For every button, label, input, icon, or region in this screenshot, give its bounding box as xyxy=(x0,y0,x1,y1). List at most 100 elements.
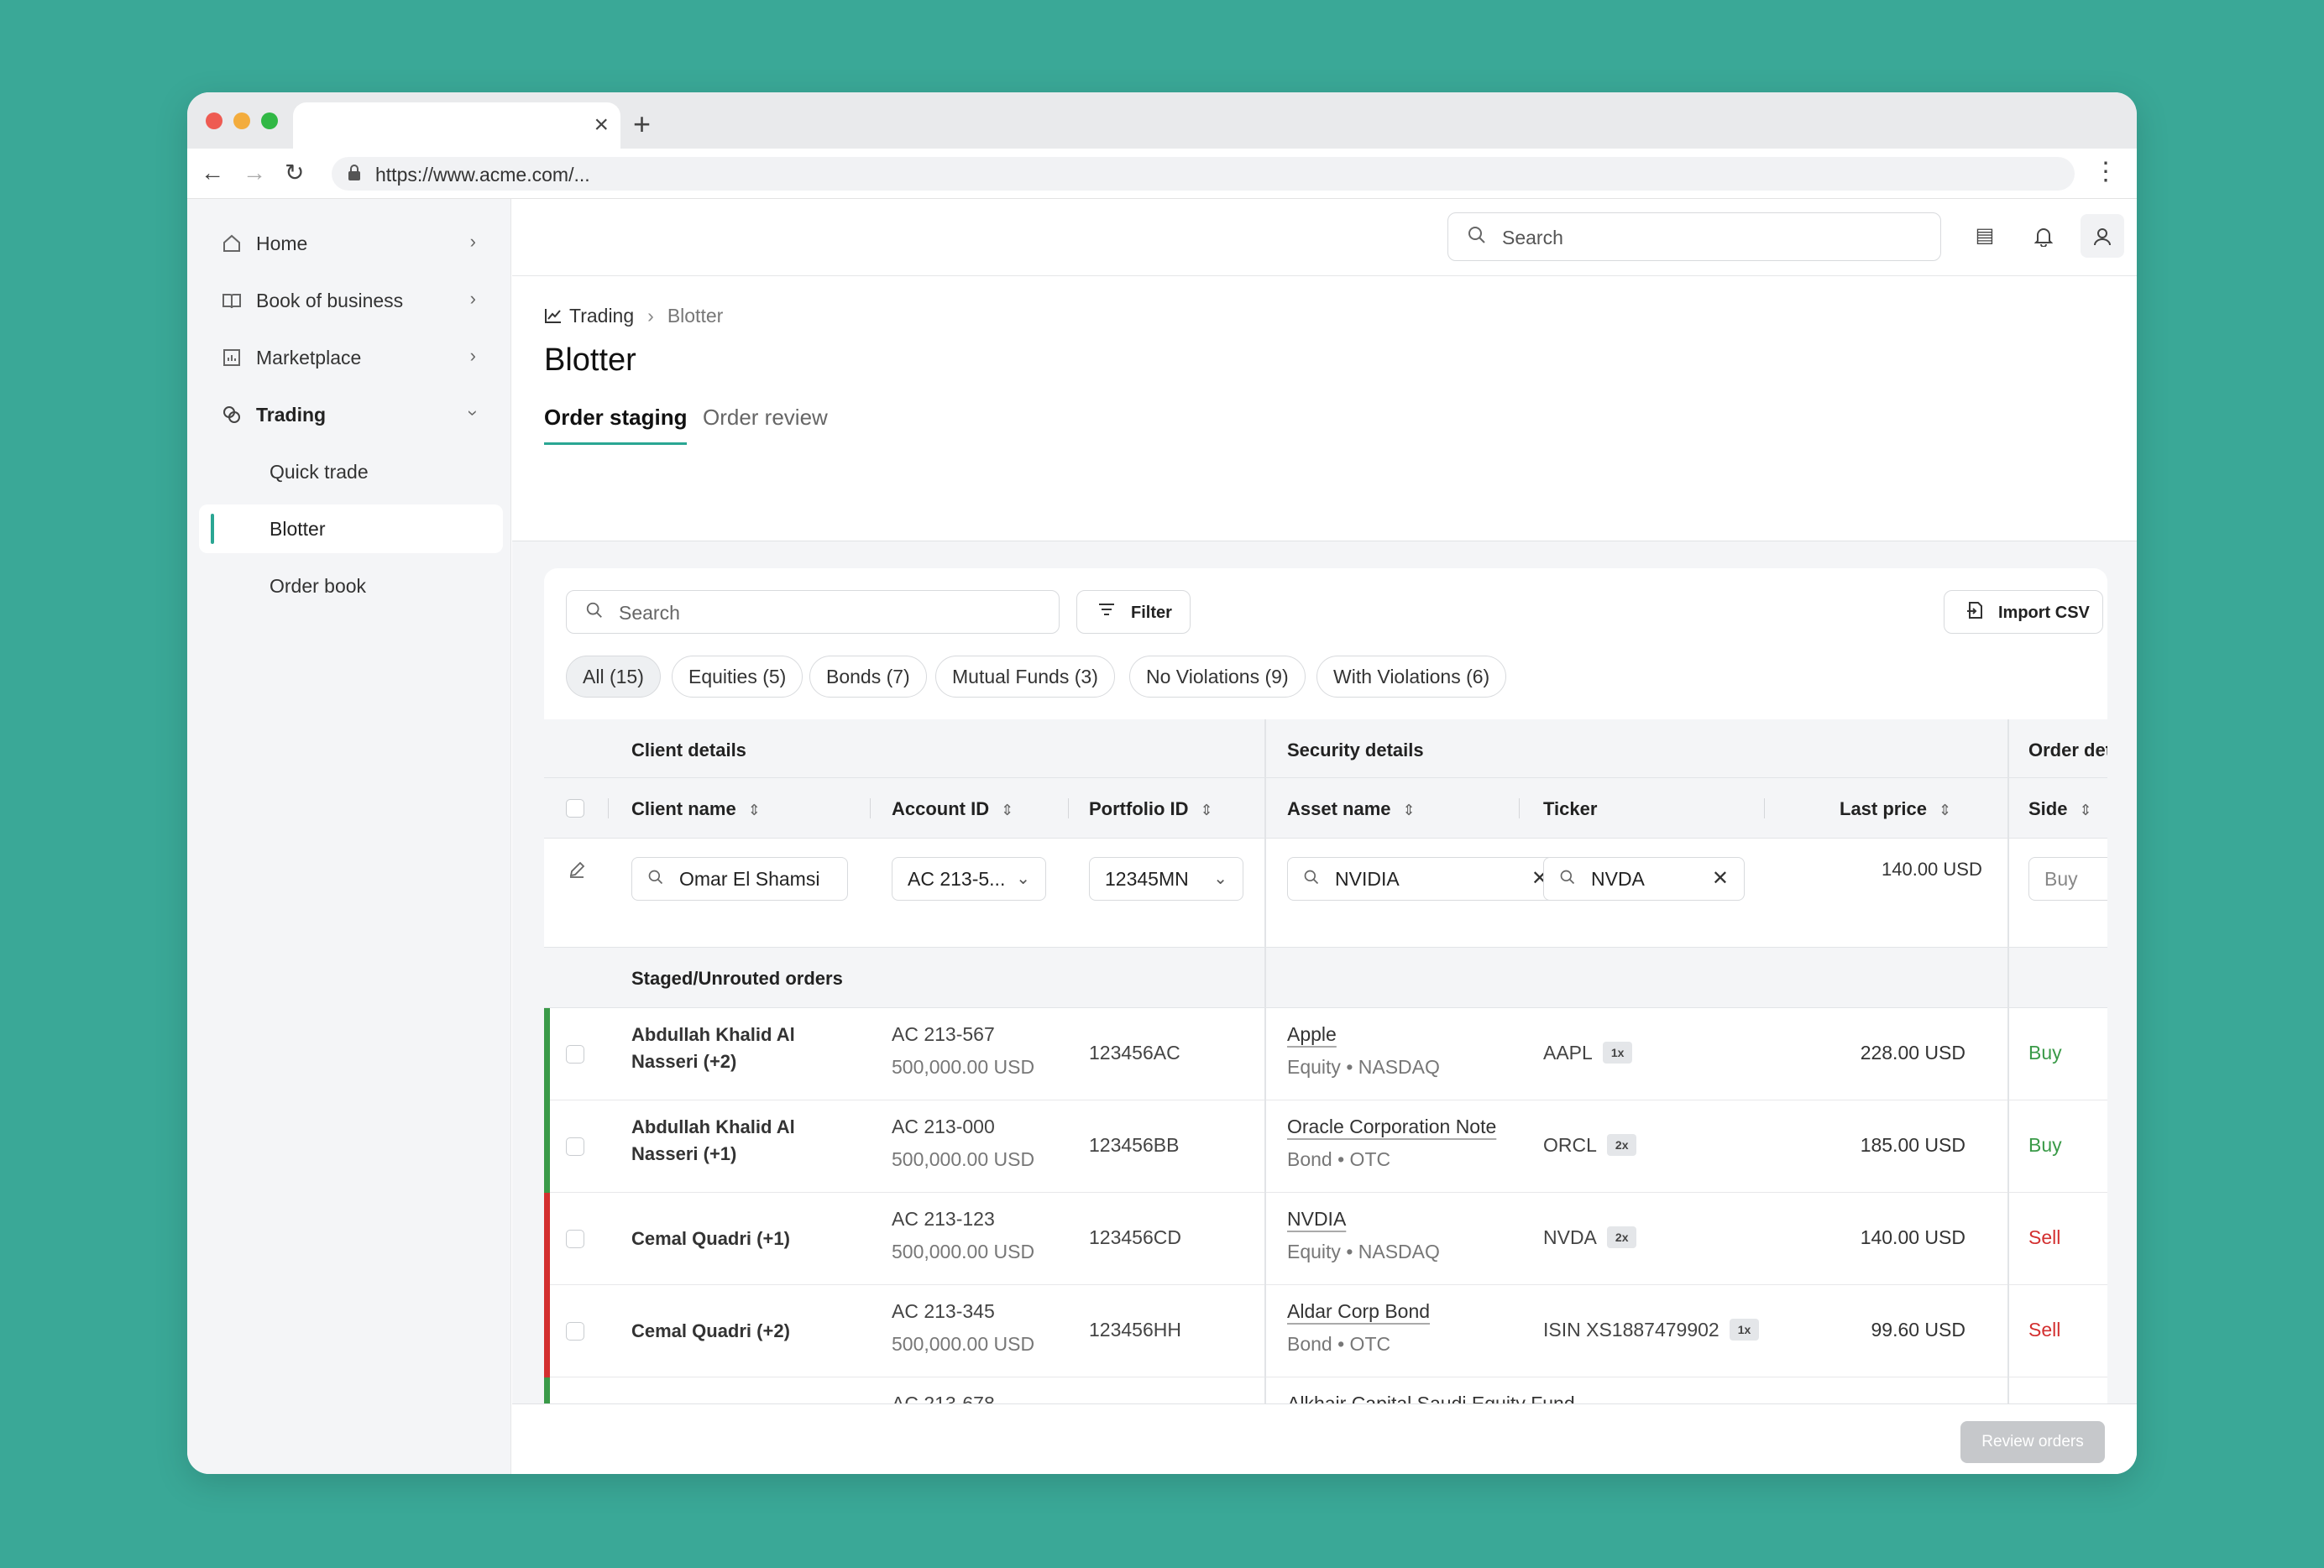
trend-icon xyxy=(545,309,561,323)
chip-no-violations[interactable]: No Violations (9) xyxy=(1129,656,1306,698)
tab-order-review[interactable]: Order review xyxy=(703,405,828,442)
asset-name-field[interactable]: NVIDIA ✕ xyxy=(1287,857,1564,901)
browser-menu-icon[interactable]: ⋮ xyxy=(2093,157,2118,186)
sidebar-item-home[interactable]: Home › xyxy=(199,219,503,268)
chip-all[interactable]: All (15) xyxy=(566,656,661,698)
page-title: Blotter xyxy=(544,342,636,378)
minimize-window-dot[interactable] xyxy=(233,112,250,129)
table-search-input[interactable]: Search xyxy=(566,590,1060,634)
ticker-cell: ORCL 2x xyxy=(1543,1134,1637,1157)
forward-icon[interactable]: → xyxy=(243,159,266,187)
table-row[interactable]: Cemal Quadri (+1) AC 213-123 500,000.00 US… xyxy=(544,1193,2107,1285)
chevron-right-icon: › xyxy=(469,345,476,366)
row-checkbox[interactable] xyxy=(566,1137,584,1156)
sidebar-item-book-of-business[interactable]: Book of business › xyxy=(199,276,503,325)
multiplier-badge: 1x xyxy=(1602,1042,1633,1064)
sort-icon[interactable]: ⇕ xyxy=(1403,802,1416,818)
account-id-cell: AC 213-345 xyxy=(892,1300,995,1322)
column-client-name[interactable]: Client name ⇕ xyxy=(631,798,761,820)
sidebar-item-trading[interactable]: Trading › xyxy=(199,390,503,439)
trading-icon xyxy=(223,406,240,423)
side-select[interactable]: Buy ⌄ xyxy=(2028,857,2107,901)
client-name-cell: Abdullah Khalid Al Nasseri (+2) xyxy=(631,1024,795,1072)
edit-icon[interactable] xyxy=(568,860,586,879)
home-icon xyxy=(223,234,240,252)
table-row[interactable]: Cemal Quadri (+2) AC 213-345 500,000.00 US… xyxy=(544,1285,2107,1377)
sort-icon[interactable]: ⇕ xyxy=(1001,802,1013,818)
asset-name-link[interactable]: Aldar Corp Bond xyxy=(1287,1300,1430,1323)
asset-name-link[interactable]: NVDIA xyxy=(1287,1208,1346,1231)
breadcrumb-trading[interactable]: Trading xyxy=(569,305,634,327)
side-indicator-bar xyxy=(544,1193,550,1285)
asset-name-link[interactable]: Oracle Corporation Note xyxy=(1287,1116,1496,1138)
side-cell: Sell xyxy=(2028,1226,2061,1248)
side-indicator-bar xyxy=(544,1285,550,1377)
sidebar-item-quick-trade[interactable]: Quick trade xyxy=(199,447,503,496)
bookmark-icon[interactable]: ▤ xyxy=(1963,214,2007,258)
chip-equities[interactable]: Equities (5) xyxy=(672,656,803,698)
column-portfolio-id[interactable]: Portfolio ID ⇕ xyxy=(1089,798,1213,820)
account-id-select[interactable]: AC 213-5... ⌄ xyxy=(892,857,1046,901)
column-account-id[interactable]: Account ID ⇕ xyxy=(892,798,1013,820)
close-tab-icon[interactable]: × xyxy=(594,111,609,139)
account-id-cell: AC 213-000 xyxy=(892,1116,995,1137)
import-csv-button[interactable]: Import CSV xyxy=(1944,590,2103,634)
bell-icon[interactable] xyxy=(2022,214,2065,258)
select-all-checkbox[interactable] xyxy=(566,799,584,818)
review-orders-button[interactable]: Review orders xyxy=(1960,1421,2105,1463)
sort-icon[interactable]: ⇕ xyxy=(2079,802,2091,818)
search-placeholder: Search xyxy=(619,602,680,624)
table-row[interactable]: Abdullah Khalid Al Nasseri (+1) AC 213-00… xyxy=(544,1100,2107,1193)
portfolio-id-select[interactable]: 12345MN ⌄ xyxy=(1089,857,1243,901)
new-tab-icon[interactable]: + xyxy=(633,107,651,141)
chip-bonds[interactable]: Bonds (7) xyxy=(809,656,927,698)
row-checkbox[interactable] xyxy=(566,1230,584,1248)
ticker-field[interactable]: NVDA ✕ xyxy=(1543,857,1745,901)
chip-mutual-funds[interactable]: Mutual Funds (3) xyxy=(935,656,1115,698)
column-asset-name[interactable]: Asset name ⇕ xyxy=(1287,798,1416,820)
row-checkbox[interactable] xyxy=(566,1045,584,1064)
url-text: https://www.acme.com/... xyxy=(375,164,590,186)
asset-meta-cell: Bond • OTC xyxy=(1287,1333,1391,1355)
asset-name-link[interactable]: Apple xyxy=(1287,1023,1337,1046)
ticker-cell: NVDA 2x xyxy=(1543,1226,1637,1249)
sidebar-item-marketplace[interactable]: Marketplace › xyxy=(199,333,503,382)
close-window-dot[interactable] xyxy=(206,112,222,129)
sort-icon[interactable]: ⇕ xyxy=(1939,802,1951,818)
sidebar-item-label: Quick trade xyxy=(270,461,369,483)
staged-orders-section: Staged/Unrouted orders xyxy=(544,948,2107,1008)
group-order-details: Order det xyxy=(2028,740,2107,760)
sidebar-item-order-book[interactable]: Order book xyxy=(199,562,503,610)
portfolio-id-cell: 123456BB xyxy=(1089,1134,1180,1156)
chip-with-violations[interactable]: With Violations (6) xyxy=(1316,656,1507,698)
filter-button[interactable]: Filter xyxy=(1076,590,1191,634)
client-name-cell: Cemal Quadri (+1) xyxy=(631,1228,790,1249)
client-name-field[interactable]: Omar El Shamsi xyxy=(631,857,848,901)
reload-icon[interactable]: ↻ xyxy=(285,159,304,187)
back-icon[interactable]: ← xyxy=(201,159,224,187)
url-field[interactable]: https://www.acme.com/... xyxy=(332,157,2075,191)
asset-meta-cell: Equity • NASDAQ xyxy=(1287,1241,1440,1262)
browser-tab[interactable]: × xyxy=(293,102,620,149)
last-price-cell: 228.00 USD xyxy=(1860,1042,1965,1064)
portfolio-id-cell: 123456AC xyxy=(1089,1042,1180,1064)
tab-order-staging[interactable]: Order staging xyxy=(544,405,688,445)
user-avatar-icon[interactable] xyxy=(2081,214,2124,258)
column-divider xyxy=(1068,798,1069,818)
sidebar-item-blotter[interactable]: Blotter xyxy=(199,504,503,553)
global-search-input[interactable]: Search xyxy=(1447,212,1941,261)
last-price-value: 140.00 USD xyxy=(1882,859,1982,880)
chevron-down-icon: › xyxy=(463,410,484,416)
breadcrumb-separator: › xyxy=(647,305,654,327)
column-ticker[interactable]: Ticker xyxy=(1543,798,1597,820)
row-checkbox[interactable] xyxy=(566,1322,584,1341)
maximize-window-dot[interactable] xyxy=(261,112,278,129)
column-side[interactable]: Side ⇕ xyxy=(2028,798,2092,820)
sort-icon[interactable]: ⇕ xyxy=(1201,802,1213,818)
table-row[interactable]: Abdullah Khalid Al Nasseri (+2) AC 213-56… xyxy=(544,1008,2107,1100)
clear-icon[interactable]: ✕ xyxy=(1712,866,1729,891)
sort-icon[interactable]: ⇕ xyxy=(748,802,761,818)
column-last-price[interactable]: Last price ⇕ xyxy=(1840,798,1951,820)
sidebar-item-label: Order book xyxy=(270,575,367,597)
account-id-cell: AC 213-123 xyxy=(892,1208,995,1230)
